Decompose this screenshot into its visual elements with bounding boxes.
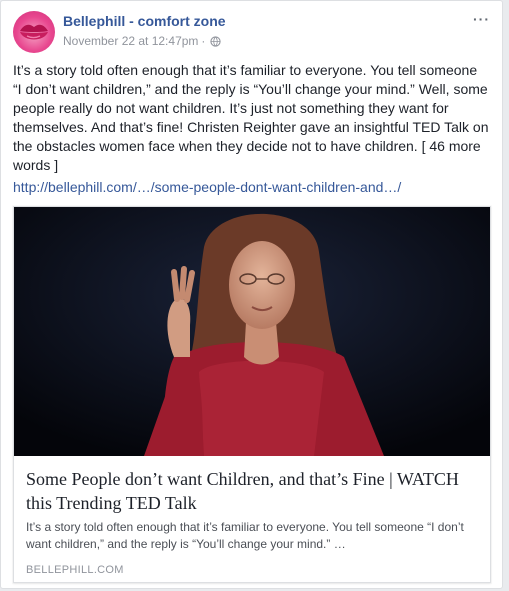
page-avatar[interactable] xyxy=(13,11,55,53)
post-timestamp[interactable]: November 22 at 12:47pm xyxy=(63,34,198,48)
link-preview[interactable]: Some People don’t want Children, and tha… xyxy=(13,206,491,583)
globe-icon[interactable] xyxy=(210,35,222,47)
post-text: It’s a story told often enough that it’s… xyxy=(13,62,489,173)
post-header: Bellephill - comfort zone November 22 at… xyxy=(13,11,490,55)
post-meta: November 22 at 12:47pm · xyxy=(63,34,222,48)
lips-logo-icon xyxy=(20,24,48,40)
speaker-photo xyxy=(14,207,490,456)
ellipsis-icon[interactable]: ··· xyxy=(473,11,490,27)
page-name-link[interactable]: Bellephill - comfort zone xyxy=(63,13,226,29)
preview-domain: BELLEPHILL.COM xyxy=(26,564,124,576)
post-link[interactable]: http://bellephill.com/…/some-people-dont… xyxy=(13,179,489,195)
preview-title[interactable]: Some People don’t want Children, and tha… xyxy=(26,467,478,515)
preview-description: It’s a story told often enough that it’s… xyxy=(26,520,464,551)
post-card: Bellephill - comfort zone November 22 at… xyxy=(0,0,503,589)
preview-image[interactable] xyxy=(14,207,490,456)
meta-separator: · xyxy=(201,34,206,48)
